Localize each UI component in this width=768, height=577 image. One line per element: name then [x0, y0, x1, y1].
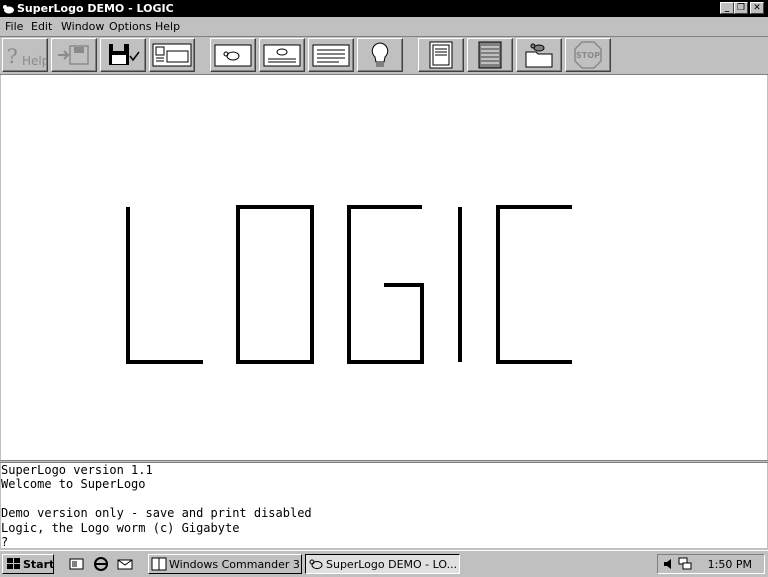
- volume-icon[interactable]: [662, 557, 676, 571]
- save-button[interactable]: [100, 38, 146, 72]
- editor-page-icon: [429, 41, 453, 69]
- letter-g-stroke: [347, 205, 424, 364]
- console-line: Welcome to SuperLogo: [1, 477, 146, 492]
- close-button[interactable]: ✕: [750, 2, 764, 14]
- toolbar: ? Help STOP: [0, 37, 768, 75]
- task-superlogo[interactable]: SuperLogo DEMO - LO...: [305, 554, 460, 574]
- menu-help[interactable]: Help: [155, 20, 180, 33]
- letter-o-stroke: [236, 205, 314, 364]
- turtle-folder-icon: [525, 43, 553, 68]
- start-button[interactable]: Start: [2, 554, 54, 574]
- menu-edit[interactable]: Edit: [31, 20, 52, 33]
- title-bar: SuperLogo DEMO - LOGIC _ ❐ ✕: [0, 0, 768, 17]
- letter-c-stroke: [496, 205, 572, 364]
- idea-button[interactable]: [357, 38, 403, 72]
- command-console[interactable]: SuperLogo version 1.1 Welcome to SuperLo…: [1, 463, 767, 549]
- console-line: SuperLogo version 1.1: [1, 463, 153, 477]
- task-label: SuperLogo DEMO - LO...: [326, 558, 458, 571]
- console-line: Demo version only - save and print disab…: [1, 506, 312, 521]
- stop-button[interactable]: STOP: [565, 38, 611, 72]
- task-label: Windows Commander 3.5...: [169, 558, 301, 571]
- list-view-button[interactable]: [467, 38, 513, 72]
- superlogo-app-icon: [3, 5, 14, 14]
- window-title: SuperLogo DEMO - LOGIC: [17, 2, 174, 15]
- svg-text:?: ?: [7, 44, 18, 68]
- layout-button[interactable]: [149, 38, 195, 72]
- console-prompt[interactable]: ?: [1, 535, 767, 549]
- clock[interactable]: 1:50 PM: [708, 558, 752, 571]
- load-button[interactable]: [51, 38, 97, 72]
- turtle-command-button[interactable]: [259, 38, 305, 72]
- taskbar: Start Windows Commander 3.5... SuperLogo…: [0, 550, 768, 577]
- turtle-window-button[interactable]: [210, 38, 256, 72]
- start-label: Start: [23, 558, 55, 571]
- svg-text:Help: Help: [22, 54, 47, 68]
- load-icon: [58, 45, 89, 65]
- internet-explorer-icon[interactable]: [92, 556, 110, 572]
- show-desktop-icon[interactable]: [68, 556, 86, 572]
- task-windows-commander[interactable]: Windows Commander 3.5...: [148, 554, 302, 574]
- help-button[interactable]: ? Help: [2, 38, 48, 72]
- list-icon: [478, 41, 502, 69]
- stop-sign-icon: STOP: [574, 41, 602, 69]
- superlogo-task-icon: [309, 559, 323, 569]
- windows-commander-icon: [151, 557, 167, 571]
- lightbulb-icon: [371, 42, 389, 67]
- turtle-folder-button[interactable]: [516, 38, 562, 72]
- text-window-button[interactable]: [308, 38, 354, 72]
- floppy-save-icon: [109, 44, 140, 65]
- menu-file[interactable]: File: [5, 20, 23, 33]
- procedure-editor-button[interactable]: [418, 38, 464, 72]
- letter-l-stroke: [126, 207, 203, 364]
- help-icon: ? Help: [7, 44, 47, 68]
- window-layout-icon: [152, 43, 192, 67]
- windows-logo-icon: [7, 558, 20, 569]
- console-line: Logic, the Logo worm (c) Gigabyte: [1, 520, 240, 535]
- text-window-icon: [312, 44, 350, 67]
- svg-text:STOP: STOP: [576, 51, 600, 60]
- outlook-express-icon[interactable]: [116, 556, 134, 572]
- logic-drawing: [126, 205, 572, 364]
- turtle-command-icon: [263, 44, 301, 67]
- minimize-button[interactable]: _: [720, 2, 734, 14]
- menu-bar: File Edit Window Options Help: [0, 17, 768, 37]
- restore-button[interactable]: ❐: [734, 2, 748, 14]
- menu-window[interactable]: Window: [61, 20, 104, 33]
- system-tray: 1:50 PM: [657, 554, 765, 574]
- turtle-canvas[interactable]: [1, 75, 767, 460]
- menu-options[interactable]: Options: [109, 20, 151, 33]
- network-icon[interactable]: [678, 557, 692, 571]
- turtle-window-icon: [214, 44, 252, 67]
